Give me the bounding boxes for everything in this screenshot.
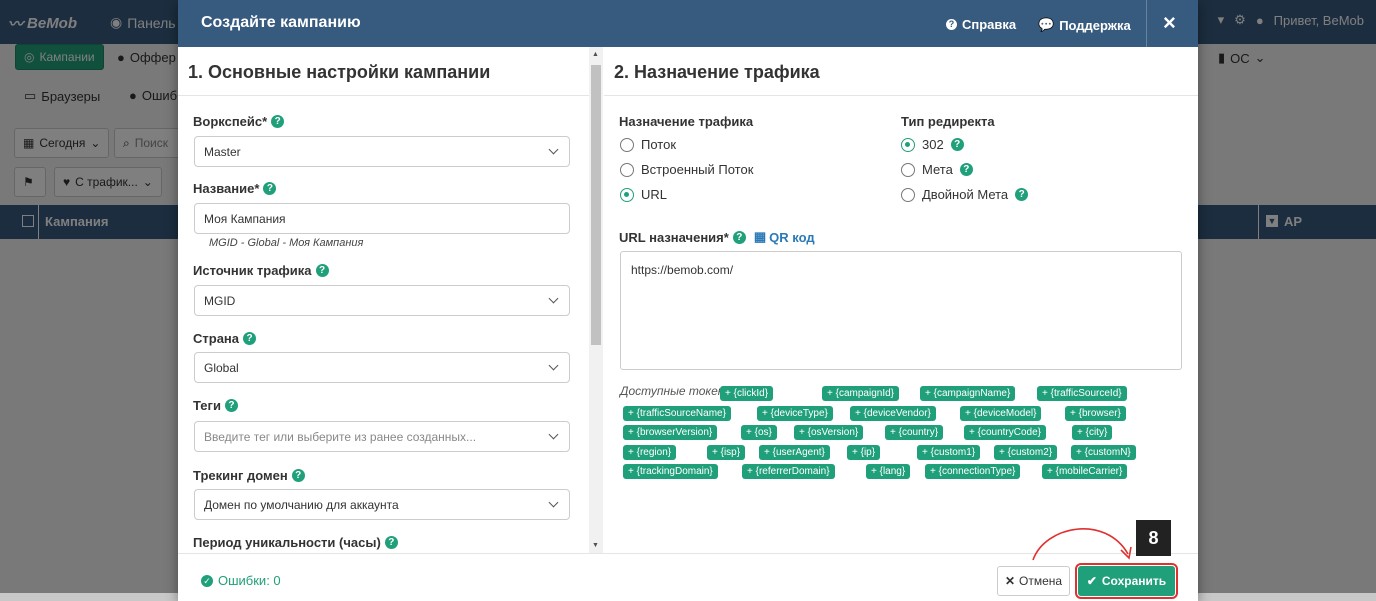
token-chip[interactable]: + {deviceType} [757, 406, 833, 421]
radio-302[interactable]: 302? [901, 137, 964, 152]
radio-circle[interactable] [620, 162, 634, 177]
close-icon[interactable]: × [1163, 10, 1176, 36]
traffic-source-label: Источник трафика? [193, 263, 329, 278]
radio-circle-selected[interactable] [620, 187, 634, 202]
chat-icon: 💬 [1038, 17, 1055, 32]
redirect-type-label: Тип редиректа [901, 114, 995, 129]
token-chip[interactable]: + {custom1} [917, 445, 981, 460]
create-campaign-modal: Создайте кампанию ? Справка 💬 Поддержка × … [178, 0, 1198, 601]
help-icon[interactable]: ? [1015, 188, 1029, 201]
campaign-name-hint: MGID - Global - Моя Кампания [209, 237, 364, 249]
chevron-down-icon [548, 144, 559, 155]
help-icon[interactable]: ? [243, 332, 257, 345]
radio-meta[interactable]: Мета? [901, 162, 973, 177]
section-title-destination: 2. Назначение трафика [604, 47, 1198, 96]
scroll-up-icon[interactable]: ▲ [592, 51, 599, 58]
token-chip[interactable]: + {trafficSourceName} [623, 406, 731, 421]
radio-url[interactable]: URL [620, 187, 667, 202]
radio-inline-flow[interactable]: Встроенный Поток [620, 162, 753, 177]
token-chip[interactable]: + {clickId} [720, 386, 774, 401]
token-chip[interactable]: + {campaignName} [920, 386, 1016, 401]
token-chip[interactable]: + {city} [1072, 425, 1113, 440]
traffic-destination-column: 2. Назначение трафика Назначение трафика… [604, 47, 1198, 553]
tags-label: Теги? [193, 398, 238, 413]
token-chip[interactable]: + {browser} [1065, 406, 1126, 421]
check-icon: ✔ [1086, 574, 1097, 588]
help-icon[interactable]: ? [950, 138, 964, 151]
header-divider [1146, 0, 1147, 47]
destination-url-label: URL назначения*? ▦ QR код [619, 229, 815, 245]
token-chip[interactable]: + {osVersion} [794, 425, 864, 440]
help-icon[interactable]: ? [384, 536, 398, 549]
token-chip[interactable]: + {referrerDomain} [742, 464, 835, 479]
chevron-down-icon [548, 429, 559, 440]
help-icon[interactable]: ? [315, 264, 329, 277]
token-chip[interactable]: + {ip} [847, 445, 881, 460]
help-icon[interactable]: ? [732, 230, 746, 244]
question-icon: ? [946, 19, 957, 30]
qr-code-icon: ▦ [753, 229, 767, 244]
chevron-down-icon [548, 360, 559, 371]
token-chip[interactable]: + {customN} [1071, 445, 1136, 460]
workspace-label: Воркспейс*? [193, 114, 285, 129]
destination-url-textarea[interactable]: https://bemob.com/ [620, 251, 1182, 370]
help-icon[interactable]: ? [271, 115, 285, 128]
country-label: Страна? [193, 331, 257, 346]
token-chip[interactable]: + {custom2} [994, 445, 1058, 460]
token-chip[interactable]: + {countryCode} [964, 425, 1046, 440]
token-chip[interactable]: + {os} [741, 425, 777, 440]
token-chip[interactable]: + {lang} [866, 464, 911, 479]
help-icon[interactable]: ? [224, 399, 238, 412]
cancel-button[interactable]: ✕ Отмена [997, 566, 1070, 596]
uniqueness-period-label: Период уникальности (часы)? [193, 535, 398, 550]
token-chip[interactable]: + {trackingDomain} [623, 464, 718, 479]
token-chip[interactable]: + {campaignId} [822, 386, 899, 401]
radio-circle[interactable] [901, 162, 915, 177]
name-label: Название*? [193, 181, 277, 196]
modal-title: Создайте кампанию [201, 14, 361, 31]
token-chip[interactable]: + {isp} [707, 445, 746, 460]
token-chip[interactable]: + {region} [623, 445, 677, 460]
token-chip[interactable]: + {trafficSourceId} [1037, 386, 1127, 401]
errors-status: ✓ Ошибки: 0 [201, 573, 281, 588]
campaign-name-input[interactable]: Моя Кампания [194, 203, 570, 234]
token-chip[interactable]: + {connectionType} [925, 464, 1021, 479]
radio-flow[interactable]: Поток [620, 137, 676, 152]
scrollbar-thumb[interactable] [591, 65, 601, 345]
country-select[interactable]: Global [194, 352, 570, 383]
help-icon[interactable]: ? [263, 182, 277, 195]
qr-code-link[interactable]: ▦ QR код [754, 229, 815, 245]
destination-label: Назначение трафика [619, 114, 754, 129]
token-chip[interactable]: + {deviceVendor} [850, 406, 936, 421]
radio-circle[interactable] [901, 187, 915, 202]
support-link[interactable]: 💬 Поддержка [1038, 17, 1131, 33]
tags-select[interactable]: Введите тег или выберите из ранее создан… [194, 421, 570, 452]
radio-circle[interactable] [620, 137, 634, 152]
traffic-source-select[interactable]: MGID [194, 285, 570, 316]
radio-double-meta[interactable]: Двойной Мета? [901, 187, 1029, 202]
help-icon[interactable]: ? [959, 163, 973, 176]
modal-header: Создайте кампанию ? Справка 💬 Поддержка × [178, 0, 1198, 47]
close-icon: ✕ [1004, 574, 1015, 588]
step-number-badge: 8 [1136, 520, 1171, 556]
left-column-scrollbar[interactable]: ▲ ▼ [589, 47, 603, 553]
tracking-domain-label: Трекинг домен? [193, 468, 305, 483]
help-icon[interactable]: ? [291, 469, 305, 482]
tracking-domain-select[interactable]: Домен по умолчанию для аккаунта [194, 489, 570, 520]
token-chip[interactable]: + {deviceModel} [960, 406, 1042, 421]
scroll-down-icon[interactable]: ▼ [592, 542, 599, 549]
check-circle-icon: ✓ [201, 574, 213, 587]
help-link[interactable]: ? Справка [946, 17, 1016, 32]
annotation-arrow [1032, 528, 1132, 561]
token-chip[interactable]: + {userAgent} [759, 445, 830, 460]
token-chip[interactable]: + {browserVersion} [623, 425, 718, 440]
workspace-select[interactable]: Master [194, 136, 570, 167]
chevron-down-icon [548, 293, 559, 304]
chevron-down-icon [548, 497, 559, 508]
radio-circle-selected[interactable] [901, 137, 915, 152]
token-chip[interactable]: + {mobileCarrier} [1042, 464, 1128, 479]
save-button[interactable]: ✔ Сохранить [1075, 563, 1178, 599]
token-chip[interactable]: + {country} [885, 425, 944, 440]
section-title-basic: 1. Основные настройки кампании [178, 47, 602, 96]
